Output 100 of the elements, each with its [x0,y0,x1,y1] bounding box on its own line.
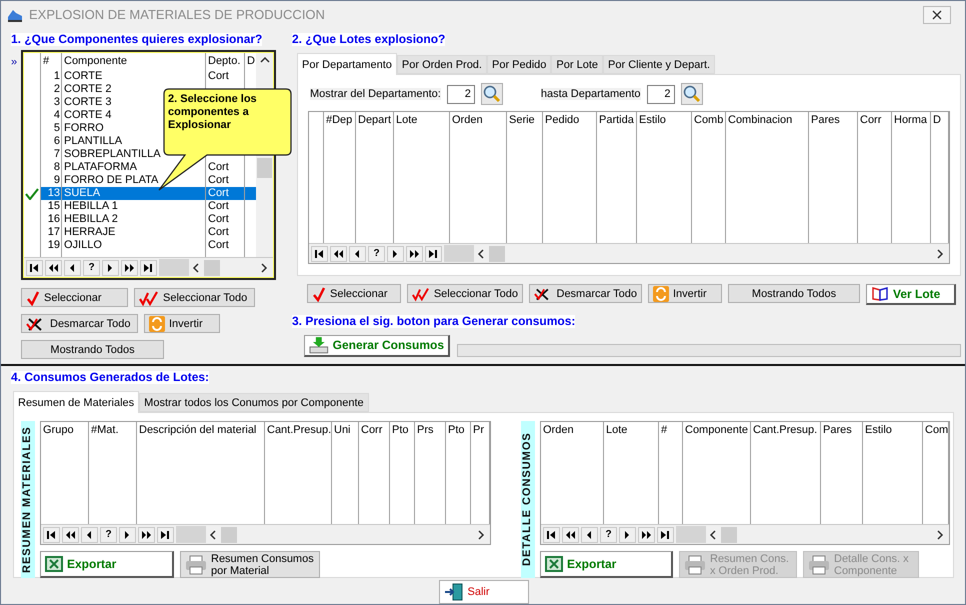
column-header[interactable]: Estilo [637,112,692,129]
column-header[interactable]: Grupo [41,422,89,439]
table-cell[interactable]: 13 [48,187,60,199]
column-header[interactable]: Partida [597,112,637,129]
table-cell[interactable]: Cort [208,226,229,238]
column-header[interactable]: Descripción del material [137,422,265,439]
column-header[interactable]: Prs [415,422,446,439]
column-header[interactable]: Pto [390,422,415,439]
table-cell[interactable]: Cort [208,70,229,82]
table-cell[interactable]: FORRO DE PLATA [64,174,158,186]
next-page-button[interactable] [121,260,138,276]
search-record-button[interactable]: ? [100,526,117,542]
table-cell[interactable]: SUELA [64,187,100,199]
tab[interactable]: Mostrar todos los Conumos por Componente [139,393,369,412]
table-cell[interactable]: 5 [54,122,60,134]
action-button[interactable]: Seleccionar Todo [407,284,523,303]
table-cell[interactable]: CORTE 2 [64,83,112,95]
table-cell[interactable]: Cort [208,161,229,173]
scroll-left-icon[interactable] [709,530,717,540]
column-header[interactable]: Componente [683,422,751,439]
previous-page-button[interactable] [330,246,347,262]
table-cell[interactable]: 8 [54,161,60,173]
column-header[interactable]: Uni [332,422,359,439]
column-header[interactable]: Serie [507,112,543,129]
table-cell[interactable]: CORTE [64,70,102,82]
table-cell[interactable]: CORTE 4 [64,109,112,121]
next-page-button[interactable] [638,526,655,542]
column-header[interactable]: Lote [604,422,659,439]
table-cell[interactable]: Cort [208,213,229,225]
table-cell[interactable]: PLANTILLA [64,135,122,147]
column-header[interactable]: Pares [809,112,858,129]
column-header[interactable]: Cant.Presup. [265,422,332,439]
table-cell[interactable]: 6 [54,135,60,147]
previous-page-button[interactable] [562,526,579,542]
action-button[interactable]: Seleccionar Todo [134,288,255,307]
last-record-button[interactable] [425,246,442,262]
scroll-left-icon[interactable] [192,262,200,272]
table-cell[interactable]: FORRO [64,122,104,134]
action-button[interactable]: Seleccionar [307,284,401,303]
table-cell[interactable]: Cort [208,187,229,199]
action-button[interactable]: Mostrando Todos [728,284,860,303]
action-button[interactable]: Desmarcar Todo [529,284,642,303]
column-header[interactable]: Depart [356,112,394,129]
scroll-right-icon[interactable] [936,248,944,258]
column-header[interactable]: Corr [858,112,892,129]
tab[interactable]: Por Departamento [297,53,397,75]
table-cell[interactable]: 17 [48,226,60,238]
scroll-left-icon[interactable] [477,248,485,258]
action-button[interactable]: Desmarcar Todo [21,314,138,333]
table-cell[interactable]: Cort [208,239,229,251]
previous-record-button[interactable] [349,246,366,262]
column-header[interactable]: Pares [821,422,863,439]
column-header[interactable]: Com [923,422,949,439]
tab[interactable]: Por Orden Prod. [396,55,487,74]
column-header[interactable]: D [931,112,949,129]
tab[interactable]: Por Lote [551,55,604,74]
next-record-button[interactable] [387,246,404,262]
first-record-button[interactable] [26,260,43,276]
action-button[interactable]: Invertir [648,284,722,303]
input-field[interactable]: 2 [446,84,475,104]
action-button[interactable]: Resumen Consumos por Material [180,551,320,578]
last-record-button[interactable] [140,260,157,276]
column-header[interactable]: Cant.Presup. [751,422,821,439]
last-record-button[interactable] [157,526,174,542]
table-cell[interactable]: PLATAFORMA [64,161,137,173]
column-header[interactable]: Pr [471,422,490,439]
next-record-button[interactable] [619,526,636,542]
column-header[interactable]: Estilo [863,422,923,439]
action-button[interactable]: Ver Lote [866,284,956,305]
first-record-button[interactable] [43,526,60,542]
search-record-button[interactable]: ? [600,526,617,542]
scroll-left-icon[interactable] [209,530,217,540]
next-page-button[interactable] [406,246,423,262]
scroll-right-icon[interactable] [260,262,268,272]
table-cell[interactable]: 19 [48,239,60,251]
column-header[interactable]: #Dep [324,112,356,129]
column-header[interactable]: Componente [62,53,206,70]
table-cell[interactable]: CORTE 3 [64,96,112,108]
export-button[interactable]: Exportar [540,551,673,578]
column-header[interactable]: Orden [541,422,604,439]
scroll-thumb[interactable] [204,260,220,276]
scroll-right-icon[interactable] [936,530,944,540]
table-cell[interactable]: HEBILLA 2 [64,213,118,225]
previous-page-button[interactable] [62,526,79,542]
last-record-button[interactable] [657,526,674,542]
column-header[interactable]: # [41,53,62,70]
column-header[interactable]: Comb [692,112,726,129]
input-field[interactable]: 2 [646,84,675,104]
column-header[interactable]: #Mat. [89,422,137,439]
action-button[interactable]: Generar Consumos [304,334,450,356]
column-header[interactable]: Horma [892,112,931,129]
previous-record-button[interactable] [64,260,81,276]
table-cell[interactable]: 15 [48,200,60,212]
first-record-button[interactable] [543,526,560,542]
close-button[interactable] [923,6,951,24]
export-button[interactable]: Exportar [40,551,174,578]
next-page-button[interactable] [138,526,155,542]
search-record-button[interactable]: ? [83,260,100,276]
table-cell[interactable]: Cort [208,200,229,212]
tab[interactable]: Por Cliente y Depart. [603,55,716,74]
